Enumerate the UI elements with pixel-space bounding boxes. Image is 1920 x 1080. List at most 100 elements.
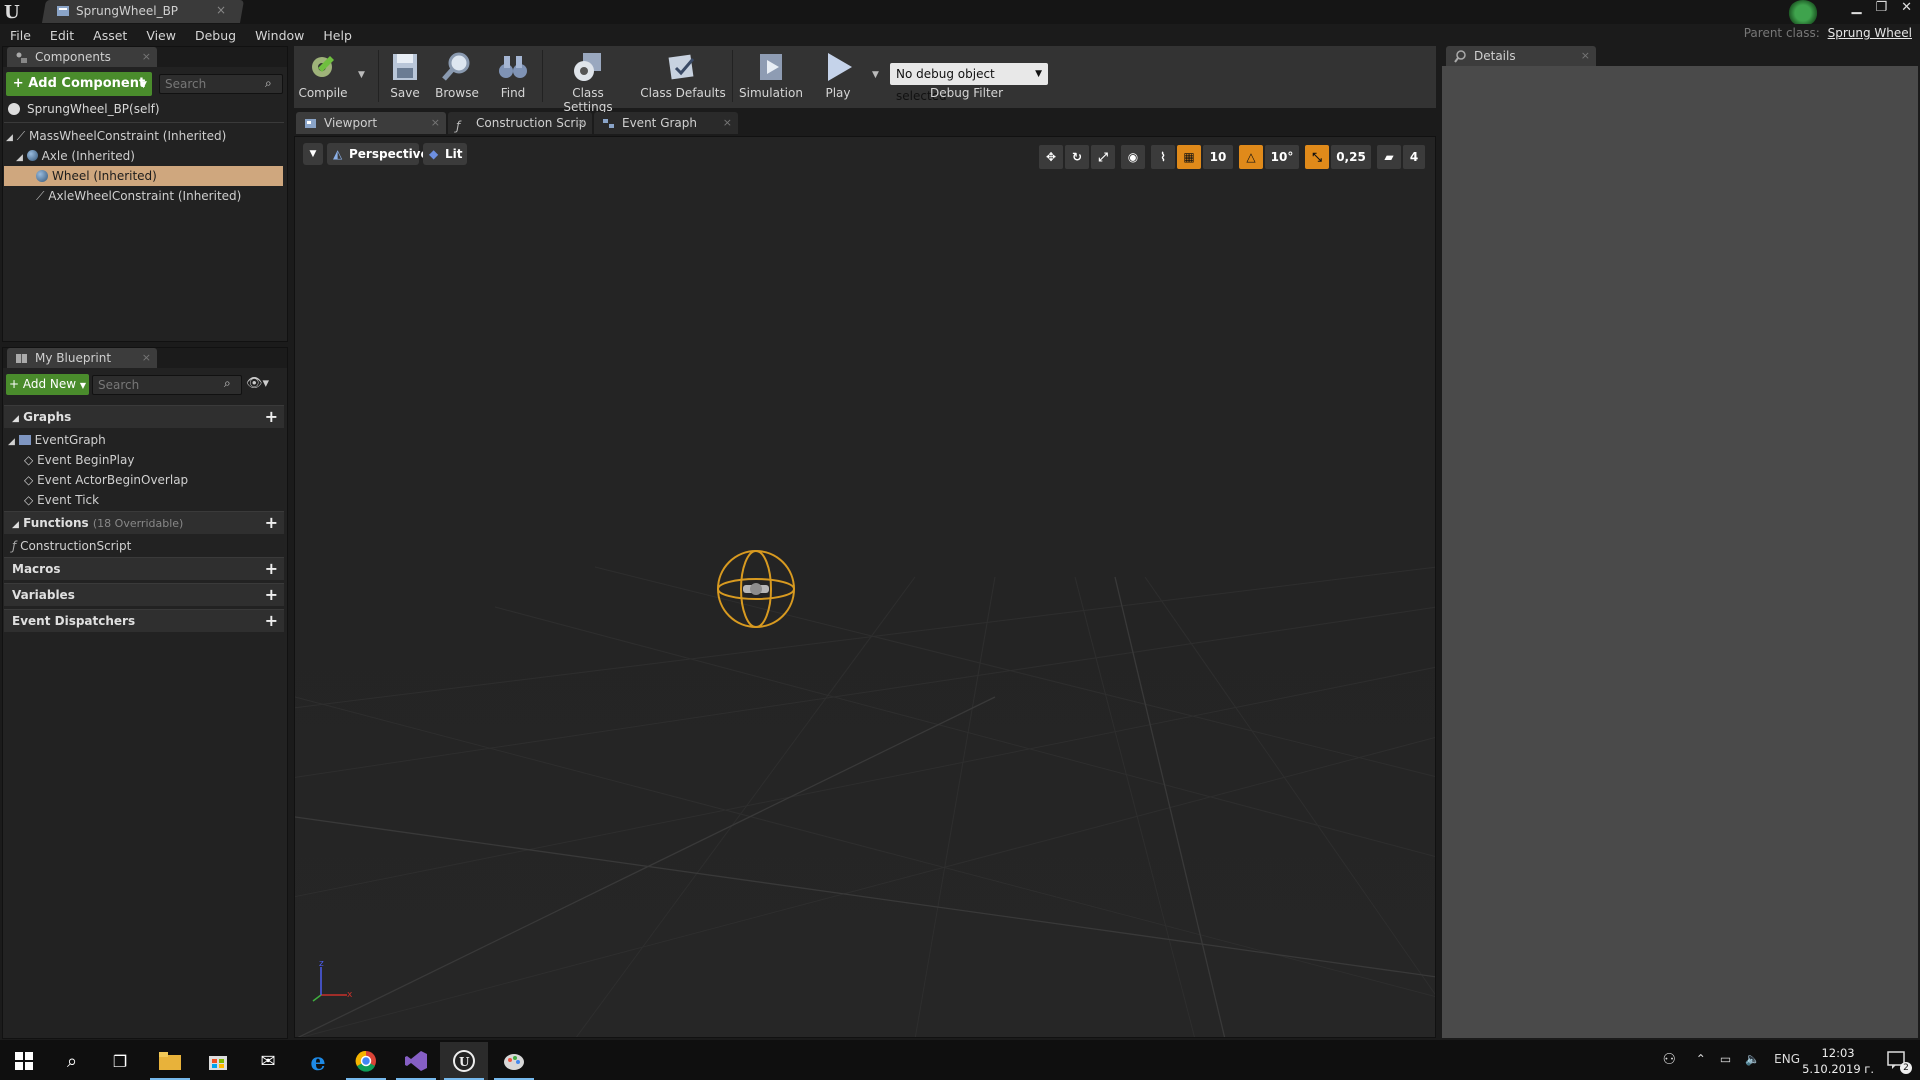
document-tab-close-icon[interactable]: × [216, 3, 226, 17]
grid-snap-icon[interactable]: ▦ [1177, 145, 1201, 169]
minimize-icon[interactable]: ▁ [1851, 0, 1861, 15]
camera-speed-icon[interactable]: ▰ [1377, 145, 1401, 169]
functions-section[interactable]: ◢ Functions (18 Overridable) + [4, 511, 284, 534]
source-control-status-icon[interactable] [1788, 0, 1818, 26]
menu-window[interactable]: Window [245, 28, 313, 43]
file-explorer-icon[interactable] [146, 1042, 194, 1080]
tab-event-graph[interactable]: Event Graph × [594, 112, 738, 134]
scale-snap-icon[interactable]: ⤡ [1305, 145, 1329, 169]
edge-icon[interactable]: e [294, 1042, 342, 1080]
parent-class-link[interactable]: Sprung Wheel [1828, 26, 1912, 40]
event-diamond-icon: ◇ [24, 473, 34, 487]
tab-viewport-close-icon[interactable]: × [431, 112, 440, 134]
view-options-eye-icon[interactable]: 👁▾ [246, 376, 269, 391]
details-tab[interactable]: Details × [1446, 46, 1596, 66]
task-view-icon[interactable]: ❐ [96, 1042, 144, 1080]
world-local-icon[interactable]: ◉ [1121, 145, 1145, 169]
restore-icon[interactable]: ❐ [1875, 0, 1887, 15]
tab-event-graph-close-icon[interactable]: × [723, 112, 732, 134]
my-blueprint-tab[interactable]: My Blueprint × [7, 348, 157, 368]
details-tab-label: Details [1474, 49, 1516, 63]
event-item-tick[interactable]: ◇ Event Tick [24, 491, 99, 509]
notification-center-icon[interactable]: 2 [1886, 1050, 1912, 1074]
variables-section[interactable]: Variables + [4, 583, 284, 606]
add-component-button[interactable]: + Add Component [6, 72, 152, 96]
search-icon[interactable]: ⌕ [48, 1042, 96, 1080]
tab-construction-script[interactable]: ƒ Construction Scrip × [448, 112, 592, 134]
my-blueprint-search-input[interactable]: Search [92, 375, 242, 395]
menu-debug[interactable]: Debug [185, 28, 245, 43]
add-macro-plus-icon[interactable]: + [265, 558, 278, 580]
show-hidden-icons-chevron-icon[interactable]: ⌃ [1696, 1052, 1706, 1066]
function-item-constructionscript[interactable]: ƒ ConstructionScript [12, 537, 131, 555]
scale-snap-value[interactable]: 0,25 [1331, 145, 1371, 169]
tree-row-axle[interactable]: ◢ Axle (Inherited) [16, 146, 282, 166]
mail-icon[interactable]: ✉ [244, 1042, 292, 1080]
my-blueprint-tab-close-icon[interactable]: × [142, 348, 151, 368]
network-icon[interactable]: ▭ [1720, 1052, 1731, 1066]
menu-asset[interactable]: Asset [83, 28, 136, 43]
viewport[interactable]: ▼ ◭ Perspective ◆ Lit ✥ ↻ ⤢ ◉ ⌇ ▦ 10 △ 1… [294, 136, 1436, 1038]
chrome-icon[interactable] [342, 1042, 390, 1080]
class-defaults-button[interactable]: Class Defaults [640, 48, 726, 106]
rotation-snap-value[interactable]: 10° [1265, 145, 1299, 169]
unreal-engine-icon[interactable]: U [440, 1042, 488, 1080]
menu-view[interactable]: View [136, 28, 185, 43]
close-icon[interactable]: ✕ [1901, 0, 1912, 15]
store-icon[interactable] [194, 1042, 242, 1080]
tree-row-mass-wheel-constraint[interactable]: ◢ ⟋ MassWheelConstraint (Inherited) [6, 126, 282, 146]
add-dispatcher-plus-icon[interactable]: + [265, 610, 278, 632]
tab-construction-script-close-icon[interactable]: × [577, 112, 586, 134]
event-item-beginplay[interactable]: ◇ Event BeginPlay [24, 451, 134, 469]
play-triangle-icon [828, 53, 852, 81]
tree-row-axle-wheel-constraint[interactable]: ⟋ AxleWheelConstraint (Inherited) [36, 186, 282, 206]
menu-help[interactable]: Help [313, 28, 361, 43]
play-button[interactable]: Play [803, 48, 873, 106]
debug-object-select[interactable]: No debug object selected ▼ [890, 63, 1048, 103]
add-variable-plus-icon[interactable]: + [265, 584, 278, 606]
scale-icon[interactable]: ⤢ [1091, 145, 1115, 169]
perspective-button[interactable]: ◭ Perspective [327, 143, 429, 165]
clock[interactable]: 12:03 5.10.2019 г. [1802, 1045, 1874, 1077]
compile-options-dropdown-icon[interactable]: ▼ [358, 70, 365, 80]
menu-edit[interactable]: Edit [40, 28, 83, 43]
tab-viewport[interactable]: Viewport × [296, 112, 446, 134]
menu-file[interactable]: File [0, 28, 40, 43]
viewport-options-dropdown[interactable]: ▼ [303, 143, 323, 165]
add-function-plus-icon[interactable]: + [265, 512, 278, 534]
people-icon[interactable]: ⚇ [1663, 1050, 1676, 1068]
tree-row-wheel[interactable]: Wheel (Inherited) [4, 166, 283, 186]
graph-item-eventgraph[interactable]: ◢ EventGraph [8, 431, 106, 451]
self-component[interactable]: SprungWheel_BP(self) [27, 100, 160, 118]
camera-speed-value[interactable]: 4 [1403, 145, 1425, 169]
class-settings-button[interactable]: Class Settings [548, 48, 628, 114]
paint-icon[interactable] [490, 1042, 538, 1080]
macros-section[interactable]: Macros + [4, 557, 284, 580]
wheel-sphere-wireframe[interactable] [711, 544, 801, 634]
components-tab-close-icon[interactable]: × [142, 47, 151, 67]
grid-snap-value[interactable]: 10 [1203, 145, 1233, 169]
translate-icon[interactable]: ✥ [1039, 145, 1063, 169]
language-indicator[interactable]: ENG [1774, 1052, 1800, 1066]
event-dispatchers-section[interactable]: Event Dispatchers + [4, 609, 284, 632]
windows-start-icon[interactable] [0, 1042, 48, 1080]
add-graph-plus-icon[interactable]: + [265, 406, 278, 428]
surface-snap-icon[interactable]: ⌇ [1151, 145, 1175, 169]
rotation-snap-icon[interactable]: △ [1239, 145, 1263, 169]
visual-studio-icon[interactable] [392, 1042, 440, 1080]
functions-section-label: ◢ Functions (18 Overridable) [12, 516, 184, 530]
play-options-dropdown-icon[interactable]: ▼ [872, 70, 879, 80]
volume-icon[interactable]: 🔈 [1745, 1052, 1760, 1066]
details-magnifier-icon [1454, 49, 1467, 63]
details-tab-close-icon[interactable]: × [1581, 46, 1590, 66]
rotate-icon[interactable]: ↻ [1065, 145, 1089, 169]
components-tab[interactable]: Components × [7, 47, 157, 67]
simulation-button[interactable]: Simulation [736, 48, 806, 106]
graphs-section[interactable]: ◢ Graphs + [4, 405, 284, 428]
find-button[interactable]: Find [478, 48, 548, 106]
add-new-button[interactable]: + Add New ▼ [6, 374, 89, 395]
unreal-logo-icon: U [4, 2, 20, 23]
compile-button[interactable]: Compile [288, 48, 358, 106]
lit-button[interactable]: ◆ Lit [423, 143, 467, 165]
event-item-actorbeginoverlap[interactable]: ◇ Event ActorBeginOverlap [24, 471, 188, 489]
